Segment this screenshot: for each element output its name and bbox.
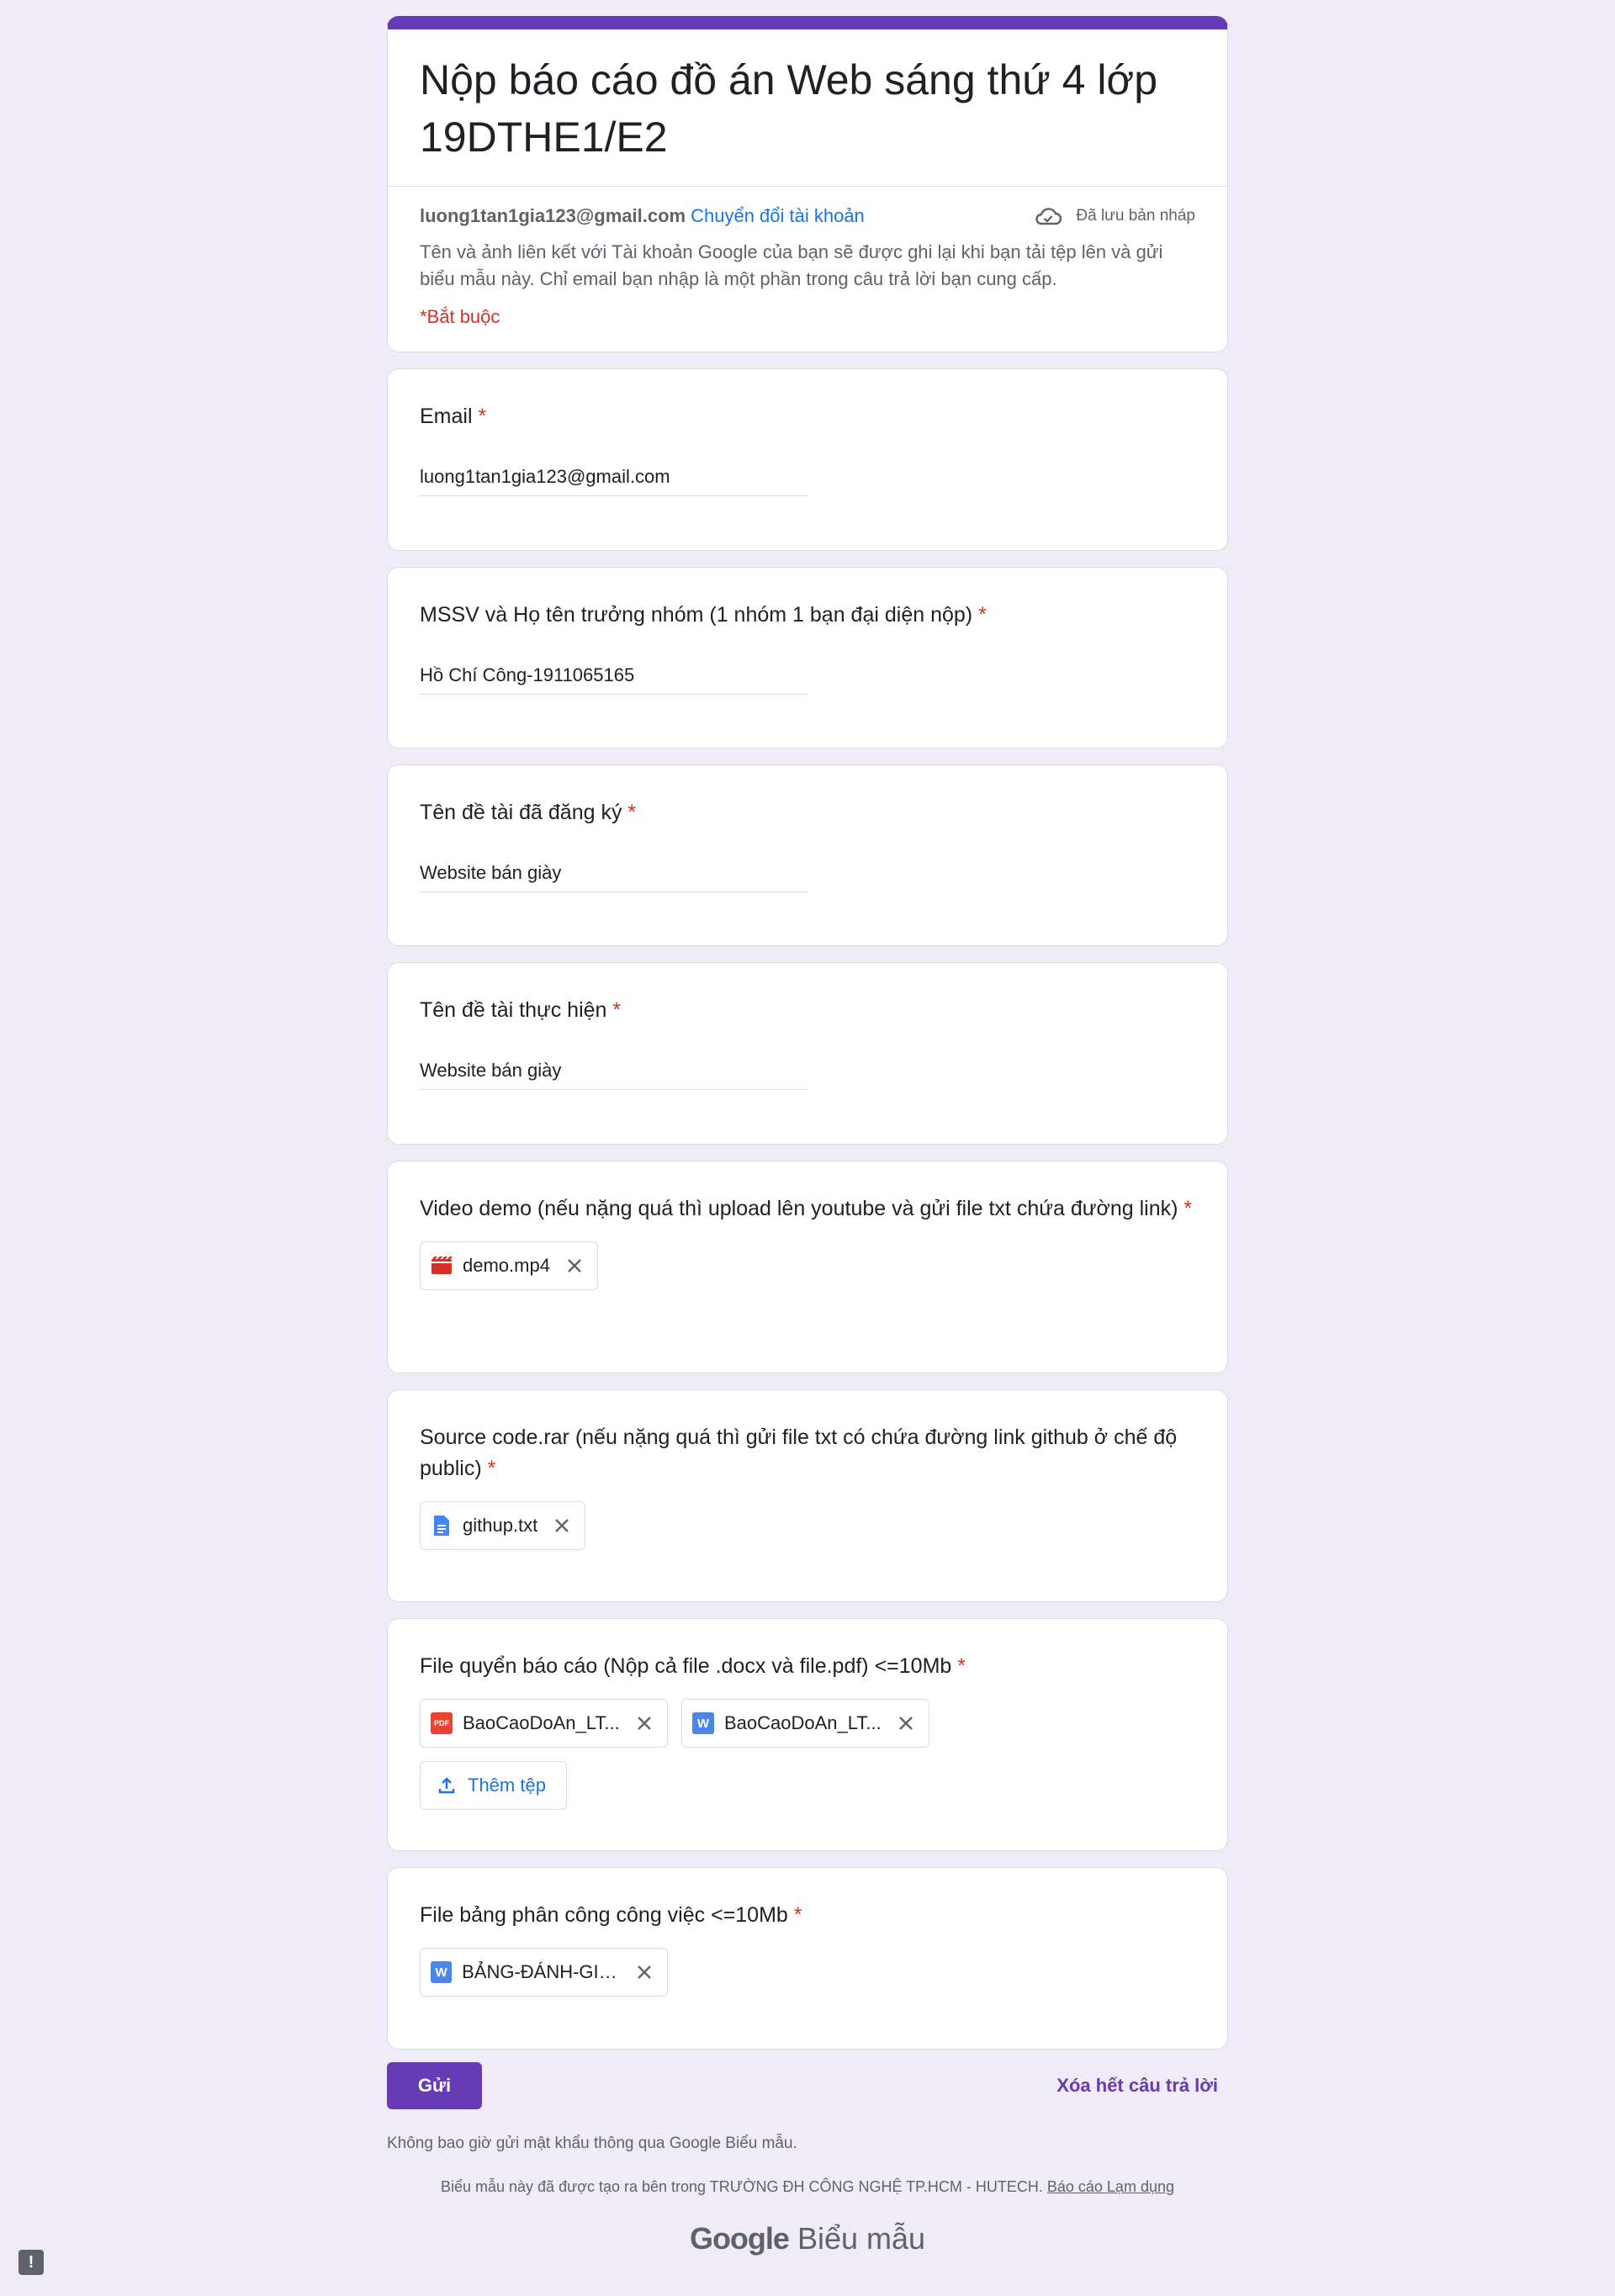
question-assignment: File bảng phân công công việc <=10Mb * W…	[387, 1867, 1228, 2050]
file-name: BẢNG-ĐÁNH-GIÁ...	[462, 1961, 621, 1982]
close-icon[interactable]	[633, 1712, 655, 1734]
close-icon[interactable]	[551, 1515, 573, 1537]
question-title: MSSV và Họ tên trưởng nhóm (1 nhóm 1 bạn…	[420, 600, 1195, 631]
switch-account-link[interactable]: Chuyển đổi tài khoản	[691, 205, 865, 227]
file-name: githup.txt	[463, 1515, 538, 1536]
question-source: Source code.rar (nếu nặng quá thì gửi fi…	[387, 1389, 1228, 1602]
report-abuse-link[interactable]: Báo cáo Lạm dụng	[1047, 2178, 1174, 2195]
question-title: Video demo (nếu nặng quá thì upload lên …	[420, 1193, 1195, 1225]
close-icon[interactable]	[564, 1255, 585, 1277]
close-icon[interactable]	[895, 1712, 917, 1734]
required-star: *	[957, 1654, 966, 1678]
question-title-text: Email	[420, 405, 473, 428]
question-implemented-topic: Tên đề tài thực hiện * Website bán giày	[387, 962, 1228, 1145]
add-file-label: Thêm tệp	[468, 1775, 546, 1796]
required-star: *	[478, 405, 487, 428]
google-doc-icon	[431, 1515, 453, 1537]
add-file-button[interactable]: Thêm tệp	[420, 1761, 567, 1810]
account-email: luong1tan1gia123@gmail.com	[420, 205, 686, 226]
word-file-icon: W	[431, 1961, 453, 1983]
required-star: *	[487, 1457, 496, 1480]
video-file-icon	[431, 1255, 453, 1277]
email-answer-input[interactable]: luong1tan1gia123@gmail.com	[420, 466, 808, 496]
question-video: Video demo (nếu nặng quá thì upload lên …	[387, 1161, 1228, 1373]
clear-form-button[interactable]: Xóa hết câu trả lời	[1056, 2075, 1218, 2097]
question-title: Tên đề tài đã đăng ký *	[420, 797, 1195, 828]
google-forms-logo[interactable]: Google Biểu mẫu	[387, 2221, 1228, 2256]
question-title: Tên đề tài thực hiện *	[420, 995, 1195, 1026]
password-warning: Không bao giờ gửi mật khẩu thông qua Goo…	[387, 2135, 797, 2152]
question-mssv: MSSV và Họ tên trưởng nhóm (1 nhóm 1 bạn…	[387, 567, 1228, 749]
required-star: *	[627, 801, 637, 824]
footer-note: Biểu mẫu này đã được tạo ra bên trong TR…	[387, 2178, 1228, 2196]
form-actions: Gửi Xóa hết câu trả lời	[387, 2062, 1228, 2109]
question-title-text: File bảng phân công công việc <=10Mb	[420, 1903, 788, 1927]
brand-google: Google	[689, 2221, 790, 2256]
required-star: *	[1183, 1197, 1193, 1220]
mssv-answer-input[interactable]: Hồ Chí Công-1911065165	[420, 664, 808, 695]
required-note: *Bắt buộc	[420, 306, 500, 327]
form-header-card: Nộp báo cáo đồ án Web sáng thứ 4 lớp 19D…	[387, 16, 1228, 352]
question-title: File bảng phân công công việc <=10Mb *	[420, 1900, 1195, 1931]
word-file-icon: W	[692, 1712, 714, 1734]
upload-icon	[438, 1777, 455, 1794]
question-title-text: Tên đề tài đã đăng ký	[420, 801, 622, 824]
file-name: BaoCaoDoAn_LT...	[463, 1712, 620, 1733]
file-chip-assignment[interactable]: W BẢNG-ĐÁNH-GIÁ...	[420, 1948, 668, 1997]
file-chip-video[interactable]: demo.mp4	[420, 1241, 598, 1290]
brand-forms: Biểu mẫu	[797, 2221, 926, 2256]
cloud-check-icon	[1035, 208, 1062, 225]
file-name: BaoCaoDoAn_LT...	[724, 1712, 882, 1733]
close-icon[interactable]	[634, 1961, 655, 1983]
question-title-text: MSSV và Họ tên trưởng nhóm (1 nhóm 1 bạn…	[420, 603, 973, 627]
registered-topic-answer-input[interactable]: Website bán giày	[420, 862, 808, 892]
required-star: *	[978, 603, 987, 627]
question-report: File quyển báo cáo (Nộp cả file .docx và…	[387, 1618, 1228, 1851]
question-title-text: File quyển báo cáo (Nộp cả file .docx và…	[420, 1654, 952, 1678]
file-chip-row: W BẢNG-ĐÁNH-GIÁ...	[420, 1948, 1195, 1997]
question-title-text: Tên đề tài thực hiện	[420, 998, 607, 1022]
file-chip-row: githup.txt	[420, 1501, 1195, 1550]
file-chip-source[interactable]: githup.txt	[420, 1501, 586, 1550]
draft-status-label: Đã lưu bản nháp	[1076, 207, 1195, 225]
question-title-text: Video demo (nếu nặng quá thì upload lên …	[420, 1197, 1178, 1220]
required-star: *	[612, 998, 622, 1022]
implemented-topic-answer-input[interactable]: Website bán giày	[420, 1060, 808, 1090]
question-email: Email * luong1tan1gia123@gmail.com	[387, 368, 1228, 551]
draft-status: Đã lưu bản nháp	[1034, 206, 1195, 226]
form-title: Nộp báo cáo đồ án Web sáng thứ 4 lớp 19D…	[420, 56, 1158, 161]
form-container: Nộp báo cáo đồ án Web sáng thứ 4 lớp 19D…	[387, 16, 1228, 2256]
file-chip-row: demo.mp4	[420, 1241, 1195, 1290]
account-note: Tên và ảnh liên kết với Tài khoản Google…	[420, 241, 1163, 289]
file-chip-report-pdf[interactable]: PDF BaoCaoDoAn_LT...	[420, 1699, 668, 1748]
question-title: Source code.rar (nếu nặng quá thì gửi fi…	[420, 1422, 1195, 1484]
file-chip-report-docx[interactable]: W BaoCaoDoAn_LT...	[681, 1699, 929, 1748]
question-registered-topic: Tên đề tài đã đăng ký * Website bán giày	[387, 764, 1228, 946]
created-note: Biểu mẫu này đã được tạo ra bên trong TR…	[440, 2178, 1043, 2195]
required-star: *	[793, 1903, 802, 1927]
report-problem-icon[interactable]: !	[19, 2250, 44, 2275]
file-name: demo.mp4	[463, 1255, 550, 1276]
pdf-file-icon: PDF	[431, 1712, 453, 1734]
account-row: luong1tan1gia123@gmail.com Chuyển đổi tà…	[388, 187, 1227, 227]
question-title: Email *	[420, 401, 1195, 432]
question-title: File quyển báo cáo (Nộp cả file .docx và…	[420, 1651, 1195, 1682]
question-title-text: Source code.rar (nếu nặng quá thì gửi fi…	[420, 1426, 1178, 1480]
file-chip-row: PDF BaoCaoDoAn_LT... W BaoCaoDoAn_LT...	[420, 1699, 1195, 1748]
submit-button[interactable]: Gửi	[387, 2062, 482, 2109]
